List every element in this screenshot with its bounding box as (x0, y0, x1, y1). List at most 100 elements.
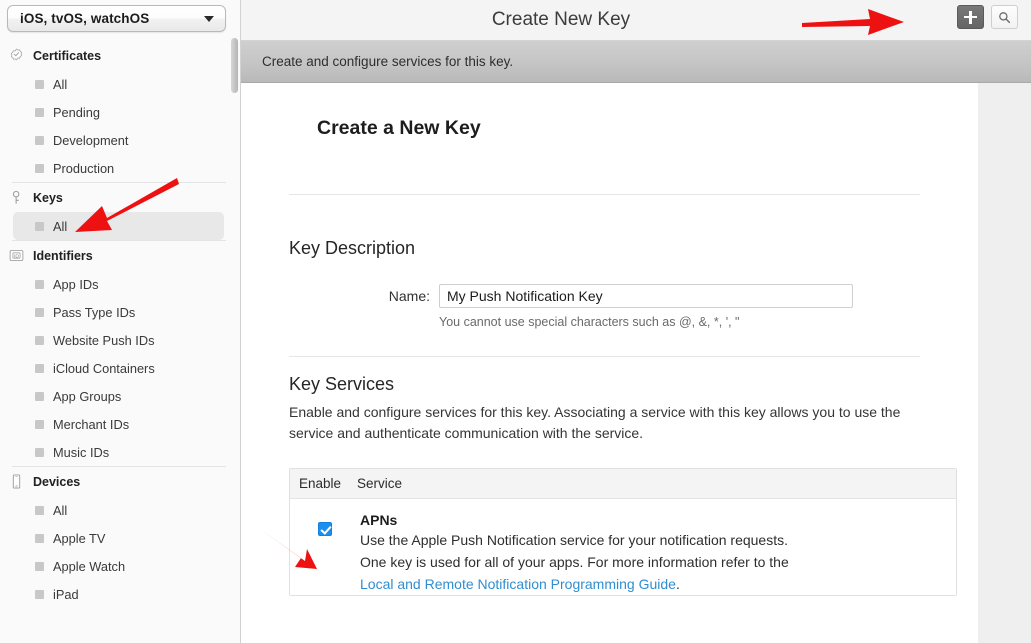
key-services-title: Key Services (289, 374, 930, 395)
sidebar-item-identifiers-music-ids[interactable]: Music IDs (13, 438, 224, 466)
services-table: Enable Service APNsUse the Apple Push No… (289, 468, 957, 596)
topbar-actions (957, 5, 1018, 29)
name-field-hint: You cannot use special characters such a… (289, 315, 930, 329)
bullet-square-icon (35, 280, 44, 289)
sidebar-item-label: App Groups (53, 389, 121, 404)
section-divider (289, 356, 920, 357)
plus-icon (964, 11, 977, 24)
column-header-service: Service (351, 476, 402, 491)
services-table-body: APNsUse the Apple Push Notification serv… (290, 499, 956, 595)
search-button[interactable] (991, 5, 1018, 29)
key-services-description: Enable and configure services for this k… (289, 402, 925, 444)
sidebar-item-devices-ipad[interactable]: iPad (13, 580, 224, 608)
content-stage: Create a New Key Key Description Name: Y… (241, 83, 1031, 643)
sidebar-group-label: Identifiers (33, 249, 93, 263)
sidebar-item-identifiers-website-push-ids[interactable]: Website Push IDs (13, 326, 224, 354)
sidebar-scrollbar[interactable] (231, 38, 238, 643)
sidebar-group-keys: Keys All (0, 182, 240, 240)
sidebar-item-identifiers-pass-type-ids[interactable]: Pass Type IDs (13, 298, 224, 326)
sidebar-item-label: Pass Type IDs (53, 305, 135, 320)
sidebar-item-label: Music IDs (53, 445, 109, 460)
chevron-down-icon (204, 16, 214, 22)
certificate-seal-icon (9, 48, 24, 63)
bullet-square-icon (35, 534, 44, 543)
bullet-square-icon (35, 222, 44, 231)
name-field-row: Name: (289, 284, 930, 308)
sidebar-item-identifiers-app-groups[interactable]: App Groups (13, 382, 224, 410)
sidebar-scrollbar-thumb[interactable] (231, 38, 238, 93)
sidebar-group-header-devices[interactable]: Devices (0, 467, 240, 496)
apns-enable-checkbox[interactable] (318, 522, 332, 536)
sidebar-item-label: Development (53, 133, 128, 148)
sidebar-item-identifiers-merchant-ids[interactable]: Merchant IDs (13, 410, 224, 438)
sidebar-item-devices-all[interactable]: All (13, 496, 224, 524)
bullet-square-icon (35, 562, 44, 571)
sidebar-group-header-keys[interactable]: Keys (0, 183, 240, 212)
sidebar-item-label: iPad (53, 587, 79, 602)
table-row: APNsUse the Apple Push Notification serv… (290, 499, 956, 595)
add-button[interactable] (957, 5, 984, 29)
services-table-header: Enable Service (290, 469, 956, 499)
subheader-bar: Create and configure services for this k… (241, 41, 1031, 83)
bullet-square-icon (35, 420, 44, 429)
sidebar-item-label: Production (53, 161, 114, 176)
sidebar-item-certificates-all[interactable]: All (13, 70, 224, 98)
sidebar-item-certificates-pending[interactable]: Pending (13, 98, 224, 126)
sidebar-item-label: iCloud Containers (53, 361, 155, 376)
sidebar-item-identifiers-app-ids[interactable]: App IDs (13, 270, 224, 298)
sidebar-item-certificates-development[interactable]: Development (13, 126, 224, 154)
app-window: iOS, tvOS, watchOS Certificates All Pendin… (0, 0, 1031, 643)
bullet-square-icon (35, 336, 44, 345)
sidebar-item-label: Merchant IDs (53, 417, 129, 432)
sidebar-group-label: Keys (33, 191, 63, 205)
platform-select[interactable]: iOS, tvOS, watchOS (7, 5, 226, 32)
subheader-text: Create and configure services for this k… (262, 54, 513, 69)
sidebar-item-devices-apple-watch[interactable]: Apple Watch (13, 552, 224, 580)
service-name: APNs (360, 512, 940, 528)
key-description-title: Key Description (289, 238, 930, 259)
sidebar-item-label: All (53, 219, 67, 234)
sidebar-group-label: Certificates (33, 49, 101, 63)
bullet-square-icon (35, 136, 44, 145)
bullet-square-icon (35, 80, 44, 89)
sidebar: iOS, tvOS, watchOS Certificates All Pendin… (0, 0, 241, 643)
create-key-heading: Create a New Key (317, 117, 930, 140)
bullet-square-icon (35, 448, 44, 457)
topbar: Create New Key (241, 0, 1031, 41)
sidebar-group-header-identifiers[interactable]: ID Identifiers (0, 241, 240, 270)
sidebar-item-label: Website Push IDs (53, 333, 154, 348)
sidebar-item-certificates-production[interactable]: Production (13, 154, 224, 182)
sidebar-item-label: Apple Watch (53, 559, 125, 574)
sidebar-group-header-certificates[interactable]: Certificates (0, 41, 240, 70)
device-phone-icon (9, 474, 24, 489)
main-region: Create New Key Create and configure serv… (241, 0, 1031, 643)
sidebar-item-keys-all[interactable]: All (13, 212, 224, 240)
name-field-label: Name: (379, 288, 430, 304)
sidebar-item-label: All (53, 77, 67, 92)
content-panel-inner: Create a New Key Key Description Name: Y… (241, 83, 978, 596)
sidebar-item-label: All (53, 503, 67, 518)
svg-text:ID: ID (14, 253, 19, 259)
sidebar-item-identifiers-icloud-containers[interactable]: iCloud Containers (13, 354, 224, 382)
sidebar-nav: Certificates All Pending Development Product… (0, 41, 240, 608)
sidebar-group-label: Devices (33, 475, 80, 489)
bullet-square-icon (35, 364, 44, 373)
heading-divider (289, 194, 920, 195)
name-input[interactable] (439, 284, 853, 308)
platform-select-value: iOS, tvOS, watchOS (20, 11, 198, 26)
sidebar-item-devices-apple-tv[interactable]: Apple TV (13, 524, 224, 552)
key-icon (9, 190, 24, 205)
sidebar-item-label: Apple TV (53, 531, 105, 546)
bullet-square-icon (35, 392, 44, 401)
sidebar-item-label: Pending (53, 105, 100, 120)
sidebar-item-label: App IDs (53, 277, 99, 292)
bullet-square-icon (35, 506, 44, 515)
bullet-square-icon (35, 164, 44, 173)
sidebar-group-certificates: Certificates All Pending Development Product… (0, 41, 240, 182)
column-header-enable: Enable (290, 476, 351, 491)
search-icon (998, 11, 1011, 24)
sidebar-group-devices: Devices All Apple TV Apple Watch iPad (0, 466, 240, 608)
id-badge-icon: ID (9, 248, 24, 263)
sidebar-group-identifiers: ID Identifiers App IDs Pass Type IDs Website… (0, 240, 240, 466)
notification-programming-guide-link[interactable]: Local and Remote Notification Programmin… (360, 576, 676, 592)
